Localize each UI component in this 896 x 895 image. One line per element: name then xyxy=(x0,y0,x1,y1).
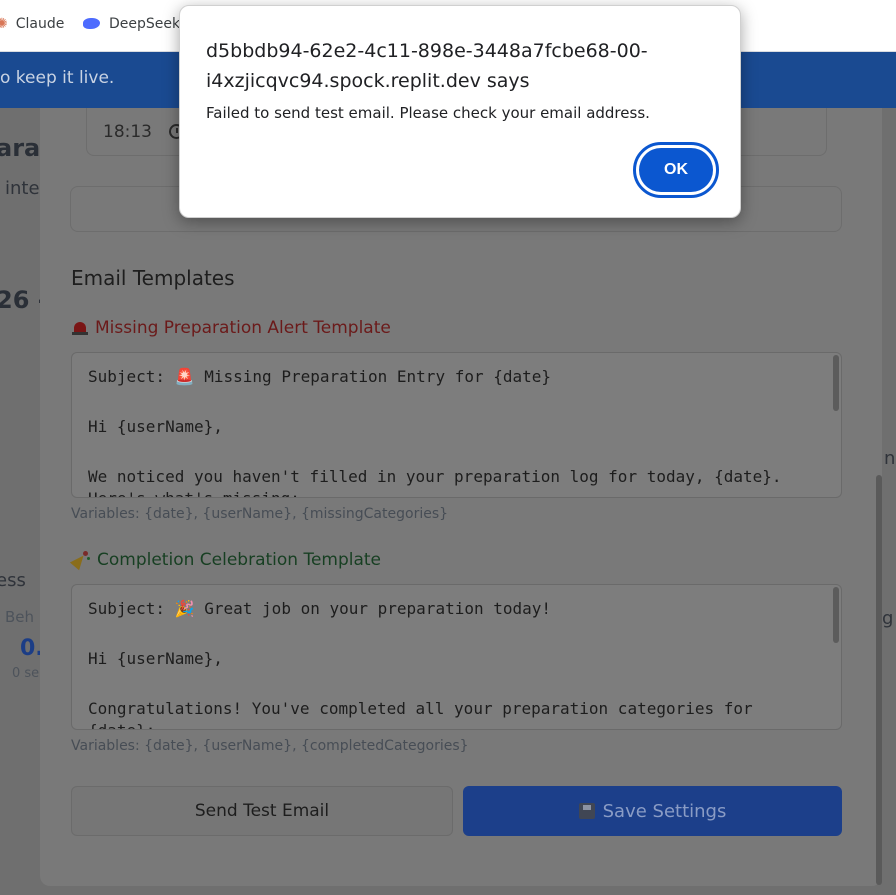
behavior-fragment: Beh xyxy=(5,608,35,626)
modal-scrollbar[interactable] xyxy=(876,475,882,885)
textarea-line: We noticed you haven't filled in your pr… xyxy=(88,467,782,486)
save-settings-button[interactable]: Save Settings xyxy=(463,786,842,836)
textarea-scrollbar[interactable] xyxy=(833,587,839,643)
missing-template-variables: Variables: {date}, {userName}, {missingC… xyxy=(71,506,449,522)
alert-dialog: d5bbdb94-62e2-4c11-898e-3448a7fcbe68-00-… xyxy=(179,5,741,218)
textarea-line: Congratulations! You've completed all yo… xyxy=(88,699,753,718)
ok-button-label: OK xyxy=(639,148,713,192)
save-settings-label: Save Settings xyxy=(602,800,727,822)
missing-template-label: Missing Preparation Alert Template xyxy=(71,318,391,338)
completion-template-textarea[interactable]: Subject: 🎉 Great job on your preparation… xyxy=(71,584,842,730)
small-fragment: 0 se xyxy=(12,666,40,681)
banner-text: o keep it live. xyxy=(0,68,115,88)
completion-template-label-text: Completion Celebration Template xyxy=(97,550,382,570)
party-popper-icon xyxy=(71,551,91,569)
bookmark-label: Claude xyxy=(15,16,65,32)
textarea-line: Subject: 🚨 Missing Preparation Entry for… xyxy=(88,367,552,386)
bookmark-claude[interactable]: ✺ Claude xyxy=(0,16,64,32)
page-subtitle-fragment: inte xyxy=(5,178,40,199)
siren-icon xyxy=(71,320,89,336)
right-fragment: n xyxy=(884,448,896,469)
email-templates-heading: Email Templates xyxy=(71,266,235,290)
time-value: 18:13 xyxy=(103,122,152,142)
right-fragment: g xyxy=(882,608,894,629)
send-test-email-button[interactable]: Send Test Email xyxy=(71,786,453,836)
bookmark-deepseek[interactable]: DeepSeek xyxy=(83,16,180,32)
ok-button[interactable]: OK xyxy=(633,142,719,198)
textarea-line: {date}: xyxy=(88,721,155,729)
progress-fragment: ess xyxy=(0,570,26,591)
missing-template-label-text: Missing Preparation Alert Template xyxy=(95,318,391,338)
textarea-line: Hi {userName}, xyxy=(88,649,223,668)
textarea-line: Hi {userName}, xyxy=(88,417,223,436)
alert-title: d5bbdb94-62e2-4c11-898e-3448a7fcbe68-00-… xyxy=(206,40,648,92)
claude-icon: ✺ xyxy=(0,16,8,32)
missing-template-textarea[interactable]: Subject: 🚨 Missing Preparation Entry for… xyxy=(71,352,842,498)
deepseek-icon xyxy=(83,17,101,31)
textarea-scrollbar[interactable] xyxy=(833,355,839,411)
textarea-line: Here's what's missing: xyxy=(88,489,300,497)
page-title-fragment: ara xyxy=(0,134,41,162)
alert-message: Failed to send test email. Please check … xyxy=(206,104,650,122)
bookmark-label: DeepSeek xyxy=(109,16,181,32)
textarea-line: Subject: 🎉 Great job on your preparation… xyxy=(88,599,552,618)
completion-template-variables: Variables: {date}, {userName}, {complete… xyxy=(71,738,469,754)
completion-template-label: Completion Celebration Template xyxy=(71,550,381,570)
floppy-disk-icon xyxy=(578,803,595,819)
